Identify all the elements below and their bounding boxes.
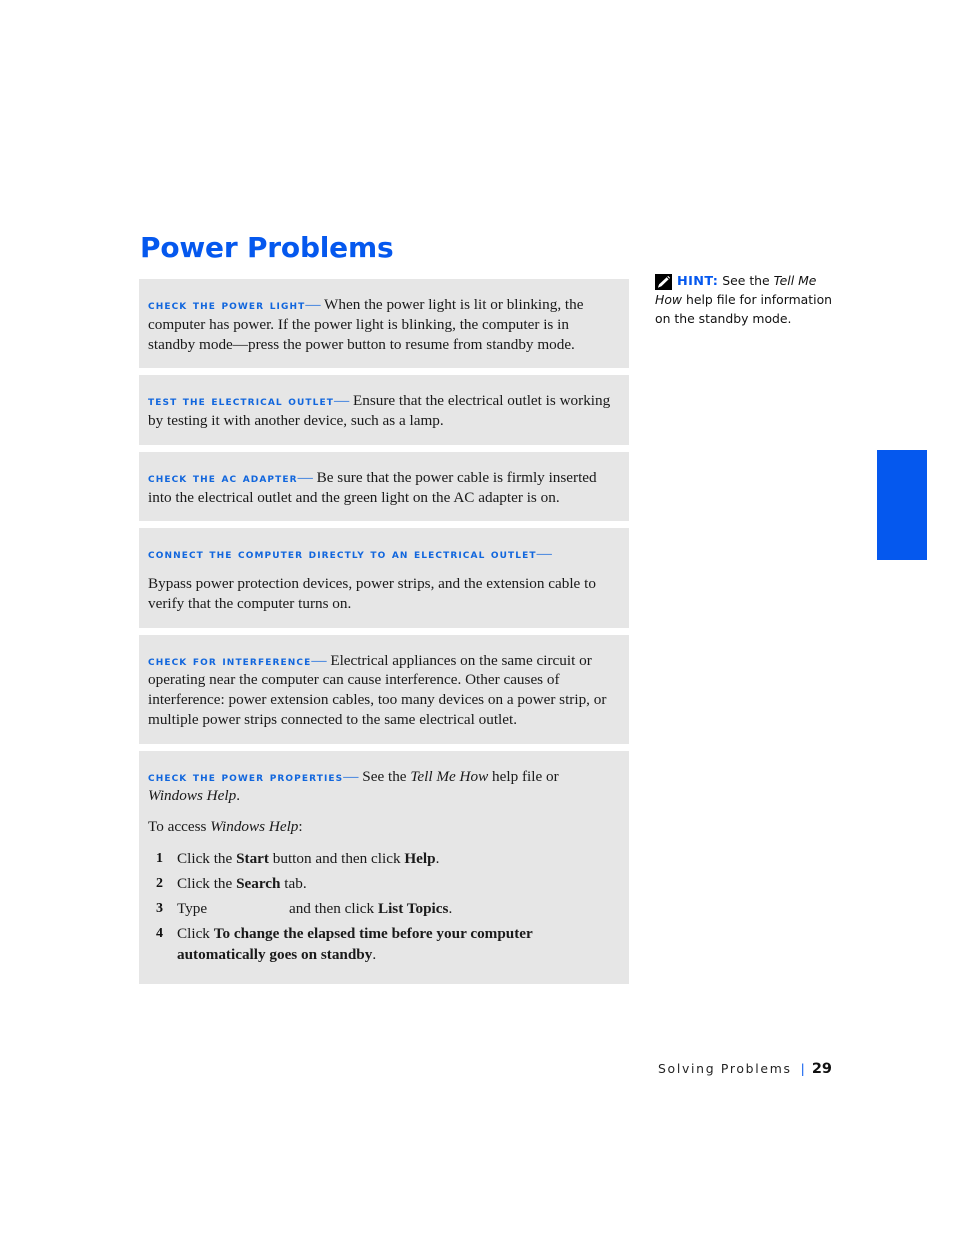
step-part: Click the xyxy=(177,849,237,867)
panel-lead: Check the Power Properties xyxy=(148,768,344,784)
panel-check-the-ac-adapter: Check the AC adapter— Be sure that the p… xyxy=(139,451,629,522)
intro-after: . xyxy=(236,787,240,805)
panel-dash: — xyxy=(305,296,321,313)
access-italic-windows-help: Windows Help xyxy=(210,818,299,835)
pencil-icon xyxy=(655,274,672,290)
panel-text: Check for interference— Electrical appli… xyxy=(148,651,617,730)
footer-section-title: Solving Problems xyxy=(657,1061,792,1076)
hint-text-after: help file for information on the standby… xyxy=(655,292,833,327)
step-part: Type xyxy=(177,899,208,917)
intro-italic-windows-help: Windows Help xyxy=(148,787,237,805)
panel-text: Check the Power Properties— See the Tell… xyxy=(148,767,617,807)
panel-dash: — xyxy=(536,545,552,563)
panel-dash: — xyxy=(297,468,313,486)
step-part: and then click xyxy=(285,899,378,917)
edge-thumb-tab xyxy=(877,450,927,560)
panel-dash: — xyxy=(343,767,359,785)
panel-test-the-electrical-outlet: Test the electrical outlet— Ensure that … xyxy=(139,375,629,445)
footer-page-number: 29 xyxy=(811,1061,832,1077)
panel-dash: — xyxy=(333,392,350,410)
intro-before: See the xyxy=(358,767,411,785)
panel-text: Test the electrical outlet— Ensure that … xyxy=(148,391,617,431)
step-part: tab. xyxy=(280,874,307,892)
step-part: . xyxy=(372,945,377,963)
panel-text: Check the AC adapter— Be sure that the p… xyxy=(148,468,617,508)
panel-lead: Check the AC adapter xyxy=(148,469,298,485)
page-title: Power Problems xyxy=(140,230,394,264)
document-page: Power Problems Check the power light— Wh… xyxy=(0,0,954,1235)
steps-list: Click the Start button and then click He… xyxy=(148,849,617,966)
step-part: . xyxy=(435,849,440,867)
hint-text-before: See the xyxy=(718,273,774,288)
step-part: Click the xyxy=(177,874,237,892)
panel-connect-the-computer-directly-to-an-electrical-outlet: Connect the computer directly to an elec… xyxy=(139,528,629,628)
panel-check-the-power-light: Check the power light— When the power li… xyxy=(139,279,629,369)
step-part: Click xyxy=(177,924,214,942)
step-part-bold: To change the elapsed time before your c… xyxy=(177,924,533,963)
access-after: : xyxy=(298,818,303,835)
panel-dash: — xyxy=(311,651,327,669)
hint-body: HINT: See the Tell Me How help file for … xyxy=(655,272,835,329)
panel-lead-text: Connect the computer directly to an elec… xyxy=(148,546,537,562)
panel-lead: Check the power light xyxy=(148,297,306,312)
panel-check-the-power-properties: Check the Power Properties— See the Tell… xyxy=(139,750,629,984)
access-line: To access Windows Help: xyxy=(148,817,617,837)
step-part: . xyxy=(448,899,453,917)
panel-lead: Test the electrical outlet xyxy=(148,393,334,409)
step-part: button and then click xyxy=(268,849,405,867)
troubleshooting-panel-list: Check the power light— When the power li… xyxy=(139,279,629,991)
footer-separator: | xyxy=(800,1061,805,1076)
hint-label: HINT: xyxy=(677,274,719,289)
access-before: To access xyxy=(148,818,211,835)
step-item: Click To change the elapsed time before … xyxy=(148,924,617,966)
step-item: Click the Search tab. xyxy=(148,874,617,895)
step-item: Type and then click List Topics. xyxy=(148,899,617,920)
hint-callout: HINT: See the Tell Me How help file for … xyxy=(655,272,835,329)
panel-check-for-interference: Check for interference— Electrical appli… xyxy=(139,634,629,744)
step-item: Click the Start button and then click He… xyxy=(148,849,617,870)
intro-italic-tell-me-how: Tell Me How xyxy=(410,767,489,785)
step-part-bold: Help xyxy=(404,849,436,867)
step-part-bold: Start xyxy=(236,849,269,867)
step-part-bold: List Topics xyxy=(377,899,449,917)
intro-middle: help file or xyxy=(488,767,559,785)
panel-body: Bypass power protection devices, power s… xyxy=(148,575,596,612)
panel-text: Connect the computer directly to an elec… xyxy=(148,544,617,613)
page-footer: Solving Problems | 29 xyxy=(0,1060,832,1078)
panel-text: Check the power light— When the power li… xyxy=(148,295,617,354)
panel-lead: Connect the computer directly to an elec… xyxy=(148,544,617,564)
panel-lead: Check for interference xyxy=(148,652,312,668)
step-part-bold: Search xyxy=(236,874,281,892)
